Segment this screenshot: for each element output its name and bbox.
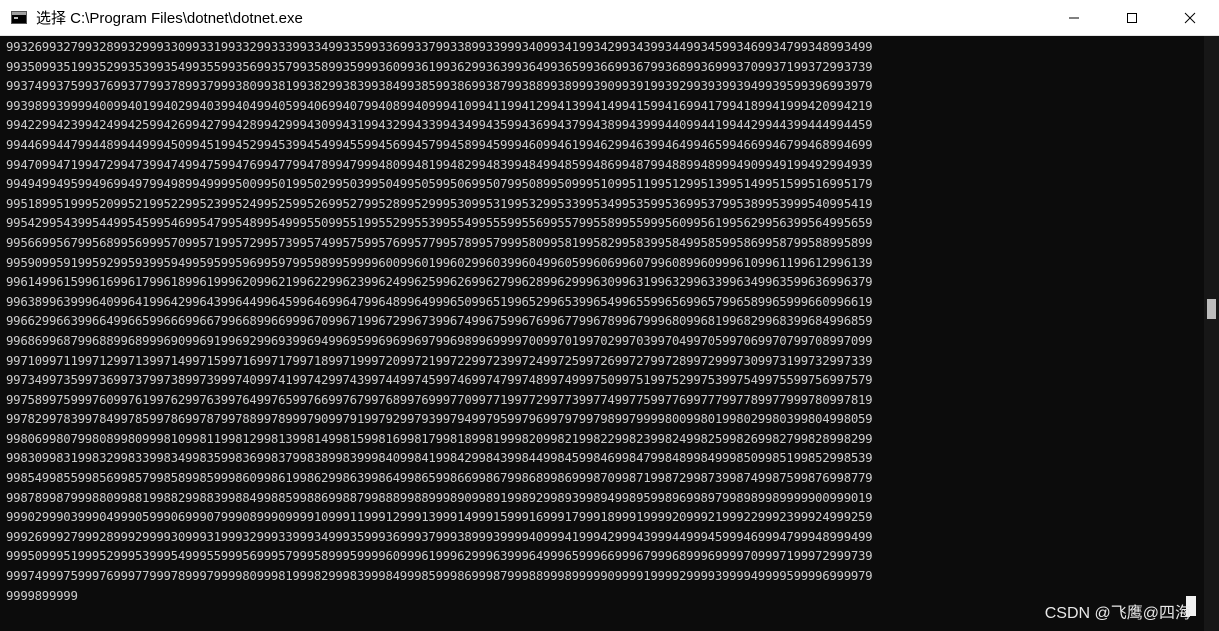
console-line: 9947099471994729947399474994759947699477…	[6, 156, 873, 172]
vertical-scrollbar[interactable]	[1204, 36, 1219, 631]
console-line: 9983099831998329983399834998359983699837…	[6, 450, 873, 466]
console-line: 9997499975999769997799978999799998099981…	[6, 568, 873, 584]
console-line: 9978299783997849978599786997879978899789…	[6, 411, 873, 427]
close-button[interactable]	[1161, 0, 1219, 36]
maximize-button[interactable]	[1103, 0, 1161, 36]
console-app-icon[interactable]	[11, 11, 27, 24]
console-line: 9990299903999049990599906999079990899909…	[6, 509, 873, 525]
console-text: 9932699327993289932999330993319933299333…	[0, 36, 1204, 605]
minimize-button[interactable]	[1045, 0, 1103, 36]
scrollbar-thumb[interactable]	[1207, 299, 1216, 319]
minimize-icon	[1069, 17, 1079, 19]
console-line: 9971099711997129971399714997159971699717…	[6, 352, 873, 368]
console-line: 9963899639996409964199642996439964499645…	[6, 293, 873, 309]
console-line: 9985499855998569985799858998599986099861…	[6, 470, 873, 486]
console-line: 9966299663996649966599666996679966899669…	[6, 313, 873, 329]
console-line: 9992699927999289992999930999319993299933…	[6, 528, 873, 544]
console-line: 9973499735997369973799738997399974099741…	[6, 372, 873, 388]
console-line: 9944699447994489944999450994519945299453…	[6, 136, 873, 152]
window-title: 选择 C:\Program Files\dotnet\dotnet.exe	[36, 10, 303, 27]
console-line: 9939899399994009940199402994039940499405…	[6, 97, 873, 113]
maximize-icon	[1127, 13, 1137, 23]
console-line: 9954299543995449954599546995479954899549…	[6, 215, 873, 231]
console-line: 9987899879998809988199882998839988499885…	[6, 489, 873, 505]
console-line: 9980699807998089980999810998119981299813…	[6, 430, 873, 446]
console-line: 9935099351993529935399354993559935699357…	[6, 58, 873, 74]
title-bar[interactable]: 选择 C:\Program Files\dotnet\dotnet.exe	[0, 0, 1219, 36]
console-line: 9949499495994969949799498994999950099501…	[6, 176, 873, 192]
watermark-text: CSDN @飞鹰@四海	[1044, 605, 1191, 622]
console-output[interactable]: 9932699327993289932999330993319933299333…	[0, 36, 1204, 631]
close-icon	[1184, 12, 1196, 24]
window-controls	[1045, 0, 1219, 36]
console-line: 9956699567995689956999570995719957299573…	[6, 234, 873, 250]
console-line: 9968699687996889968999690996919969299693…	[6, 332, 873, 348]
console-line: 9959099591995929959399594995959959699597…	[6, 254, 873, 270]
console-line: 9975899759997609976199762997639976499765…	[6, 391, 873, 407]
console-line: 9932699327993289932999330993319933299333…	[6, 39, 873, 54]
console-line: 9937499375993769937799378993799938099381…	[6, 78, 873, 94]
console-line: 9995099951999529995399954999559995699957…	[6, 548, 873, 564]
console-line: 9942299423994249942599426994279942899429…	[6, 117, 873, 133]
console-line: 9961499615996169961799618996199962099621…	[6, 274, 873, 290]
console-line: 9951899519995209952199522995239952499525…	[6, 195, 873, 211]
console-line: 9999899999	[6, 587, 78, 603]
